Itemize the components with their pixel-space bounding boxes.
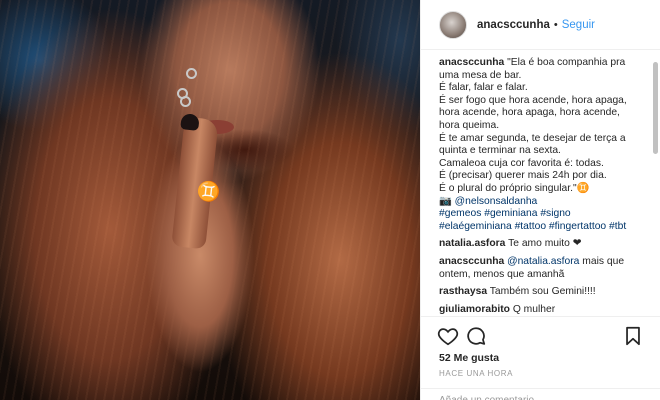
follow-button[interactable]: Seguir: [562, 19, 595, 31]
caption-line: É ser fogo que hora acende, hora apaga,: [439, 94, 627, 106]
add-comment-bar: [421, 388, 660, 400]
caption-username[interactable]: anacsccunha: [439, 57, 504, 68]
caption-text: "Ela é boa companhia pra: [507, 57, 626, 68]
nose-piercing: [186, 68, 197, 79]
hashtags[interactable]: #gemeos #geminiana #signo: [439, 208, 653, 221]
caption-line: É o plural do próprio singular."♊: [439, 182, 590, 194]
comment-text: Q mulher: [512, 303, 556, 315]
comment-text: mais que: [582, 255, 625, 267]
caption-line: hora queima.: [439, 119, 500, 131]
scrollbar-thumb[interactable]: [653, 62, 658, 154]
comment-username[interactable]: rasthaysa: [439, 286, 487, 297]
lip-piercing: [180, 96, 191, 107]
add-comment-input[interactable]: [439, 395, 639, 400]
comments-scrollbar[interactable]: [653, 60, 658, 315]
caption: anacsccunha "Ela é boa companhia pra uma…: [439, 57, 653, 233]
caption-line: quinta e terminar na sexta.: [439, 145, 561, 157]
bookmark-icon[interactable]: [622, 325, 644, 347]
caption-line: É te amar segunda, te desejar de terça a: [439, 132, 626, 144]
hashtags[interactable]: #elaégeminiana #tattoo #fingertattoo #tb…: [439, 221, 653, 234]
comment-item: rasthaysa Também sou Gemini!!!!: [439, 286, 653, 299]
comment-icon[interactable]: [465, 325, 487, 347]
caption-line: anacsccunha "Ela é boa companhia pra: [439, 57, 653, 70]
comment-item: giuliamorabito Q mulher: [439, 304, 653, 315]
likes-count[interactable]: 52 Me gusta: [439, 352, 499, 364]
post-header: anacsccunha • Seguir: [421, 0, 660, 50]
comment-text: Também sou Gemini!!!!: [489, 286, 596, 298]
caption-line: uma mesa de bar.: [439, 69, 522, 81]
post-actions: 52 Me gusta HACE UNA HORA: [421, 316, 660, 400]
separator-dot: •: [553, 18, 558, 31]
comment-username[interactable]: anacsccunha: [439, 256, 504, 267]
caption-line: É (precisar) querer mais 24h por dia.: [439, 170, 607, 182]
photographer-mention[interactable]: 📷 @nelsonsaldanha: [439, 196, 653, 209]
comments-list[interactable]: anacsccunha "Ela é boa companhia pra uma…: [439, 57, 653, 315]
post-sidebar: anacsccunha • Seguir anacsccunha "Ela é …: [420, 0, 660, 400]
avatar[interactable]: [439, 10, 467, 39]
finger-tattoo: ♊: [195, 179, 222, 205]
caption-line: Camaleoa cuja cor favorita é: todas.: [439, 157, 604, 169]
header-username[interactable]: anacsccunha: [477, 19, 550, 31]
comment-text: Te amo muito ❤: [508, 238, 582, 250]
comment-item: natalia.asfora Te amo muito ❤: [439, 238, 653, 251]
caption-line: É falar, falar e falar.: [439, 82, 528, 94]
heart-icon[interactable]: [437, 325, 459, 347]
post-photo: ♊: [0, 0, 420, 400]
comment-username[interactable]: giuliamorabito: [439, 304, 510, 315]
comment-text: ontem, menos que amanhã: [439, 268, 565, 280]
comment-mention[interactable]: @natalia.asfora: [507, 256, 579, 267]
post-timestamp: HACE UNA HORA: [439, 369, 514, 378]
comment-username[interactable]: natalia.asfora: [439, 238, 505, 249]
comment-item: anacsccunha @natalia.asfora mais que ont…: [439, 256, 653, 281]
caption-line: hora acende, hora apaga, hora acende,: [439, 107, 620, 119]
